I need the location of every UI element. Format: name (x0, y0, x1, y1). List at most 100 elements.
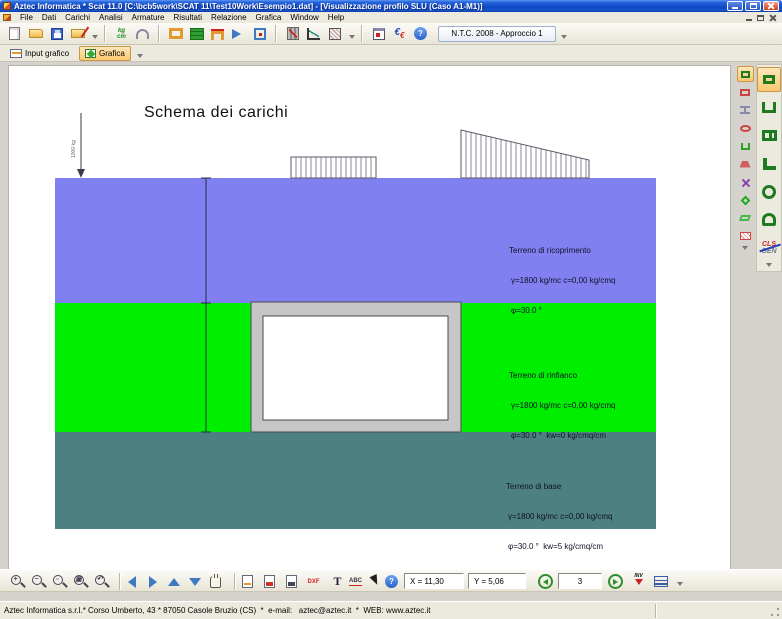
soil-gamma-line: γ=1800 kg/mc c=0,00 kg/cmq (509, 276, 616, 286)
menu-help[interactable]: Help (328, 13, 344, 22)
point-load-arrow-head (77, 169, 85, 178)
pan-right-button[interactable] (143, 572, 162, 591)
page-number-field[interactable]: 3 (558, 573, 602, 589)
print-preview-button[interactable] (238, 572, 257, 591)
toolbar-chevron[interactable] (676, 573, 683, 589)
mdi-restore-icon[interactable] (757, 15, 764, 21)
mdi-close-icon[interactable] (769, 14, 776, 21)
verify-button[interactable] (325, 24, 344, 43)
inv-label: INV (634, 574, 642, 579)
menu-analisi[interactable]: Analisi (99, 13, 123, 22)
next-page-button[interactable] (606, 572, 625, 591)
menu-file[interactable]: File (20, 13, 33, 22)
export-bmp-button[interactable] (282, 572, 301, 591)
section-small-beam-button[interactable] (737, 102, 754, 118)
close-button[interactable] (763, 1, 779, 11)
zoom-previous-button[interactable]: ↶ (92, 572, 111, 591)
menu-grafica[interactable]: Grafica (256, 13, 282, 22)
menu-dati[interactable]: Dati (42, 13, 56, 22)
layers-button[interactable] (651, 572, 670, 591)
maximize-button[interactable] (745, 1, 761, 11)
menu-risultati[interactable]: Risultati (174, 13, 202, 22)
toolbar-separator (158, 25, 160, 42)
new-file-button[interactable] (5, 24, 24, 43)
section-circle-button[interactable] (757, 179, 781, 204)
section-u-button[interactable] (757, 95, 781, 120)
y-coordinate-display: Y = 5,06 (468, 573, 526, 589)
menu-relazione[interactable]: Relazione (211, 13, 247, 22)
zoom-out-button[interactable]: − (29, 572, 48, 591)
pan-down-button[interactable] (185, 572, 204, 591)
pan-up-button[interactable] (164, 572, 183, 591)
mdi-minimize-icon[interactable] (746, 19, 752, 21)
toolbar-group-chevron[interactable] (91, 26, 98, 42)
open-file-button[interactable] (26, 24, 45, 43)
soil-gamma-line: γ=1800 kg/mc c=0,00 kg/cmq (506, 512, 613, 522)
section-small-x-button[interactable] (737, 174, 754, 190)
geometry-button[interactable] (166, 24, 185, 43)
zoom-extents-button[interactable]: ▣ (71, 572, 90, 591)
menu-carichi[interactable]: Carichi (65, 13, 90, 22)
loads-button[interactable] (208, 24, 227, 43)
soil-label-base: Terreno di base γ=1800 kg/mc c=0,00 kg/c… (506, 462, 613, 572)
font-button[interactable]: ABC (346, 572, 365, 591)
section-box-button[interactable] (757, 67, 781, 92)
help-button[interactable]: ? (411, 24, 430, 43)
diagram-button[interactable] (304, 24, 323, 43)
context-help-button[interactable]: ? (382, 572, 401, 591)
toolbar-group-chevron[interactable] (560, 26, 567, 42)
resize-grip[interactable] (769, 606, 781, 618)
zoom-in-button[interactable]: + (8, 572, 27, 591)
export-wmf-button[interactable] (260, 572, 279, 591)
box-culvert-icon (763, 75, 775, 84)
export-dxf-button[interactable]: DXF (304, 572, 323, 591)
text-tool-button[interactable]: T (328, 572, 347, 591)
section-small-trapezoid-button[interactable] (737, 156, 754, 172)
materials-button[interactable] (187, 24, 206, 43)
zoom-window-button[interactable]: ▫ (50, 572, 69, 591)
minimize-button[interactable] (727, 1, 743, 11)
section-l-button[interactable] (757, 151, 781, 176)
toolbar-group-chevron[interactable] (348, 26, 355, 42)
code-approach-selector[interactable]: N.T.C. 2008 - Approccio 1 (438, 26, 556, 42)
tab-input-grafico[interactable]: Input grafico (4, 46, 75, 61)
zoom-out-glyph: − (32, 575, 42, 585)
units-button[interactable]: kg cm (112, 24, 131, 43)
menu-armature[interactable]: Armature (132, 13, 165, 22)
materials-brick-icon (190, 28, 204, 40)
section-small-frame-button[interactable] (737, 84, 754, 100)
material-cls-gen-button[interactable]: CLS GEN (757, 235, 781, 260)
cost-estimate-button[interactable]: € € (390, 24, 409, 43)
section-arch-button[interactable] (757, 207, 781, 232)
toolbar-chevron[interactable] (763, 263, 775, 269)
previous-page-button[interactable] (536, 572, 555, 591)
zoom-in-glyph: + (11, 575, 21, 585)
toolbar-group-chevron[interactable] (137, 45, 144, 61)
spacer (0, 592, 782, 601)
section-small-diamond-button[interactable] (737, 192, 754, 208)
edit-project-button[interactable] (68, 24, 87, 43)
rebar-button[interactable] (283, 24, 302, 43)
drawing-canvas[interactable]: Schema dei carichi 1000 kg Terreno di ri… (8, 65, 731, 570)
save-button[interactable] (47, 24, 66, 43)
frame-analysis-button[interactable] (250, 24, 269, 43)
arrow-left-icon (128, 576, 136, 588)
soil-label-rinfianco: Terreno di rinfianco γ=1800 kg/mc c=0,00… (509, 351, 616, 461)
section-double-box-button[interactable] (757, 123, 781, 148)
section-small-hatch-button[interactable] (737, 228, 754, 244)
section-small-parallelogram-button[interactable] (737, 210, 754, 226)
section-small-oval-button[interactable] (737, 120, 754, 136)
pan-hand-button[interactable] (206, 572, 225, 591)
cursor-icon (369, 573, 382, 589)
menu-window[interactable]: Window (290, 13, 318, 22)
toolbar-chevron[interactable] (739, 246, 751, 252)
normative-button[interactable] (133, 24, 152, 43)
section-small-box-button[interactable] (737, 66, 754, 82)
mdi-window-controls (746, 14, 782, 21)
pan-left-button[interactable] (122, 572, 141, 591)
report-button[interactable] (369, 24, 388, 43)
tab-grafica[interactable]: Grafica (79, 46, 131, 61)
thrust-button[interactable] (229, 24, 248, 43)
invert-view-button[interactable]: INV (629, 572, 648, 591)
section-small-u-button[interactable] (737, 138, 754, 154)
